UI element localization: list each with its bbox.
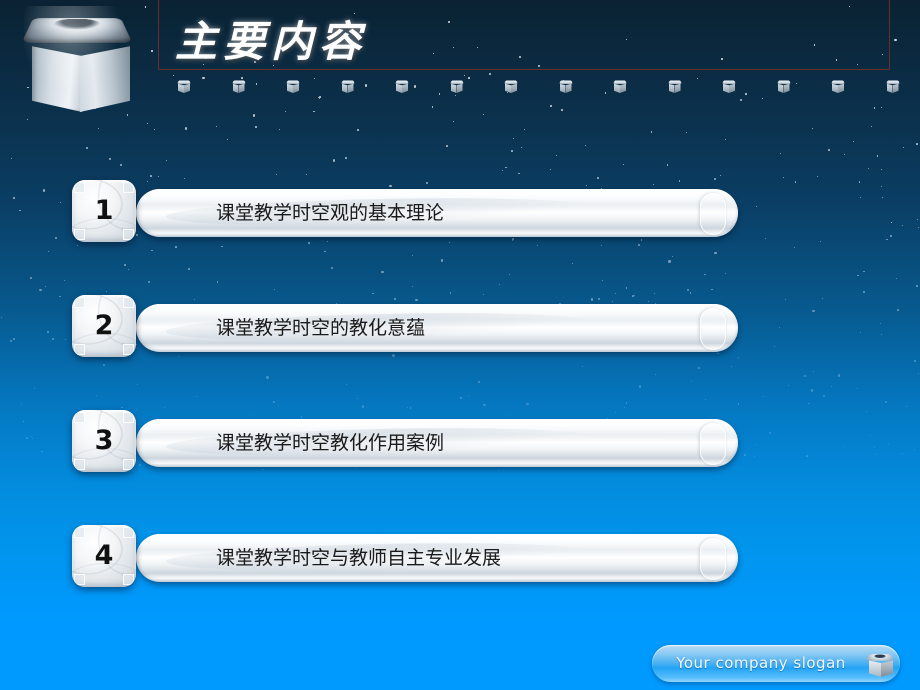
agenda-item-number: 4 [94, 540, 114, 571]
agenda-row[interactable]: 课堂教学时空观的基本理论 1 [0, 180, 920, 250]
agenda-item-label: 课堂教学时空的教化意蕴 [216, 317, 426, 339]
mini-cube-icon [340, 79, 355, 93]
agenda-row[interactable]: 课堂教学时空与教师自主专业发展 4 [0, 525, 920, 595]
agenda-bar[interactable]: 课堂教学时空观的基本理论 [136, 189, 738, 237]
agenda-number-badge[interactable]: 2 [72, 295, 136, 357]
mini-cube-icon [722, 79, 736, 93]
mini-cube-icon [667, 79, 682, 93]
agenda-bar[interactable]: 课堂教学时空与教师自主专业发展 [136, 534, 738, 582]
mini-cube-icon [776, 79, 791, 93]
mini-cube-icon [613, 79, 627, 93]
mini-cube-icon [231, 79, 246, 93]
agenda-number-badge[interactable]: 3 [72, 410, 136, 472]
mini-cube-icon [177, 79, 191, 93]
agenda-number-badge[interactable]: 4 [72, 525, 136, 587]
agenda-item-number: 2 [94, 310, 114, 341]
mini-cube-icon [395, 79, 409, 93]
agenda-bar[interactable]: 课堂教学时空教化作用案例 [136, 419, 738, 467]
company-slogan-text: Your company slogan [676, 654, 846, 672]
agenda-item-number: 1 [94, 195, 114, 226]
mini-cube-icon [504, 79, 518, 93]
agenda-item-label: 课堂教学时空观的基本理论 [216, 202, 445, 224]
footer-cube-left-face [869, 660, 881, 677]
agenda-item-label: 课堂教学时空教化作用案例 [216, 432, 445, 454]
presentation-slide: 主要内容 课堂教学时空观的基本理论 1 课堂教学时空的教化意蕴 2 课堂教学时空教化作用… [0, 0, 920, 690]
footer-cube-top-face [866, 654, 894, 661]
company-slogan-banner[interactable]: Your company slogan [652, 645, 900, 682]
cube-right-face [80, 46, 130, 112]
cube-top-face [21, 18, 133, 43]
agenda-number-badge[interactable]: 1 [72, 180, 136, 242]
cube-3d-icon [866, 650, 894, 678]
agenda-row[interactable]: 课堂教学时空教化作用案例 3 [0, 410, 920, 480]
agenda-bar[interactable]: 课堂教学时空的教化意蕴 [136, 304, 738, 352]
cube-3d-icon [21, 6, 134, 114]
cube-left-face [32, 46, 82, 112]
agenda-row[interactable]: 课堂教学时空的教化意蕴 2 [0, 295, 920, 365]
footer-cube-right-face [881, 660, 893, 677]
mini-cube-icon [449, 79, 464, 93]
mini-cube-icon [885, 79, 900, 93]
agenda-item-label: 课堂教学时空与教师自主专业发展 [216, 547, 502, 569]
mini-cube-icon [558, 79, 573, 93]
mini-cube-icon [831, 79, 845, 93]
page-title: 主要内容 [175, 17, 368, 66]
agenda-item-number: 3 [94, 425, 114, 456]
mini-cube-icon [286, 79, 300, 93]
